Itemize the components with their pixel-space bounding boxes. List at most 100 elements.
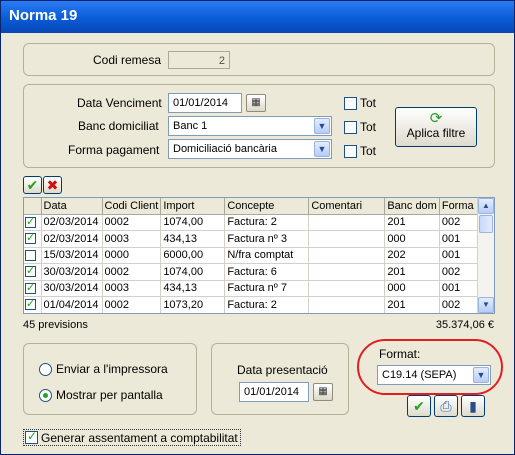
bank-select[interactable]: Banc 1 ▼ — [168, 116, 332, 136]
table-cell[interactable]: 01/04/2014 — [41, 296, 103, 313]
printer-icon: ⎙ — [440, 398, 452, 414]
table-cell[interactable]: 02/03/2014 — [41, 214, 103, 231]
table-cell[interactable]: 02/03/2014 — [41, 230, 103, 248]
screen-radio[interactable] — [39, 389, 52, 402]
table-cell[interactable]: 30/03/2014 — [41, 263, 103, 281]
calendar-icon[interactable]: ▦ — [313, 383, 333, 401]
grid-header-cell[interactable]: Data — [41, 198, 103, 215]
table-cell[interactable] — [308, 280, 386, 297]
chevron-down-icon[interactable]: ▼ — [314, 118, 330, 134]
due-date-all-checkbox[interactable] — [344, 97, 357, 110]
row-checkbox[interactable] — [25, 264, 36, 278]
table-cell[interactable]: Factura: 2 — [224, 214, 310, 231]
row-checkbox[interactable] — [25, 231, 36, 245]
row-checkbox[interactable] — [25, 281, 36, 294]
accept-button[interactable]: ✔ — [407, 395, 431, 417]
apply-filter-button[interactable]: ⟳ Aplica filtre — [395, 107, 477, 147]
scroll-up-icon[interactable]: ▲ — [478, 198, 494, 214]
row-checkbox-cell[interactable] — [24, 296, 42, 313]
grid-header-row: Data Codi Client Import Concepte Comenta… — [24, 198, 492, 215]
print-button[interactable]: ⎙ — [434, 395, 458, 417]
screen-label: Mostrar per pantalla — [56, 388, 163, 402]
chevron-down-icon[interactable]: ▼ — [314, 141, 330, 157]
apply-filter-label: Aplica filtre — [406, 126, 466, 140]
table-cell[interactable]: 1074,00 — [160, 263, 226, 281]
due-date-input[interactable]: 01/01/2014 — [168, 93, 242, 113]
accounting-checkbox[interactable] — [25, 429, 38, 444]
printer-radio[interactable] — [39, 363, 52, 376]
table-row[interactable]: 15/03/2014 0000 6000,00 N/fra comptat 202 001 — [24, 247, 492, 264]
presentation-panel — [211, 343, 349, 415]
table-cell[interactable]: 000 — [384, 280, 440, 297]
table-row[interactable]: 30/03/20140003434,13Factura nº 7000001 — [24, 280, 492, 297]
table-cell[interactable]: 1074,00 — [160, 214, 226, 231]
table-cell[interactable]: Factura: 6 — [224, 263, 310, 281]
select-all-button[interactable]: ✔ — [23, 176, 42, 194]
table-cell[interactable]: N/fra comptat — [224, 247, 310, 264]
table-cell[interactable] — [308, 263, 386, 281]
table-cell[interactable] — [308, 296, 386, 313]
scroll-thumb[interactable] — [479, 215, 493, 233]
table-cell[interactable]: 0003 — [102, 230, 162, 248]
table-row[interactable]: 02/03/20140003434,13Factura nº 3000001 — [24, 230, 492, 248]
exit-button[interactable]: ▮ — [461, 395, 485, 417]
table-cell[interactable]: 0003 — [102, 280, 162, 297]
presentation-label: Data presentació — [237, 363, 328, 377]
bank-label: Banc domiciliat — [78, 119, 159, 133]
bank-select-value: Banc 1 — [173, 120, 208, 132]
table-cell[interactable]: 1073,20 — [160, 296, 226, 313]
payment-select-value: Domiciliació bancària — [173, 143, 277, 155]
table-cell[interactable]: Factura: 2 — [224, 296, 310, 313]
table-cell[interactable]: 000 — [384, 230, 440, 248]
table-row[interactable]: 30/03/201400021074,00Factura: 6201002 — [24, 263, 492, 281]
grid-header-cell[interactable]: Concepte — [224, 198, 310, 215]
table-cell[interactable]: 0002 — [102, 263, 162, 281]
select-none-button[interactable]: ✖ — [43, 176, 62, 194]
row-checkbox-cell[interactable] — [24, 280, 42, 297]
presentation-date-input[interactable]: 01/01/2014 — [239, 382, 309, 402]
row-checkbox-cell[interactable] — [24, 263, 42, 281]
table-cell[interactable]: 202 — [384, 247, 440, 264]
table-cell[interactable]: 434,13 — [160, 230, 226, 248]
row-checkbox-cell[interactable] — [24, 247, 42, 264]
bank-all-checkbox[interactable] — [344, 121, 357, 134]
payment-all-checkbox[interactable] — [344, 145, 357, 158]
previsions-grid[interactable]: Data Codi Client Import Concepte Comenta… — [23, 197, 495, 314]
grid-header-cell[interactable]: Codi Client — [102, 198, 162, 215]
grid-scrollbar[interactable]: ▲ ▼ — [477, 198, 494, 313]
row-checkbox[interactable] — [25, 249, 36, 261]
table-cell[interactable]: 201 — [384, 296, 440, 313]
previsions-table: Data Codi Client Import Concepte Comenta… — [24, 198, 492, 313]
grid-header-cell[interactable]: Comentari — [308, 198, 386, 215]
table-cell[interactable]: 0002 — [102, 214, 162, 231]
table-cell[interactable] — [308, 247, 386, 264]
table-cell[interactable]: 0002 — [102, 296, 162, 313]
table-cell[interactable]: 15/03/2014 — [41, 247, 103, 264]
table-cell[interactable] — [308, 230, 386, 248]
table-cell[interactable]: Factura nº 3 — [224, 230, 310, 248]
accounting-option[interactable]: Generar assentament a comptabilitat — [23, 429, 241, 446]
row-checkbox[interactable] — [25, 215, 36, 228]
payment-select[interactable]: Domiciliació bancària ▼ — [168, 139, 332, 159]
row-checkbox[interactable] — [25, 297, 36, 311]
table-cell[interactable]: 30/03/2014 — [41, 280, 103, 297]
table-cell[interactable]: 434,13 — [160, 280, 226, 297]
table-cell[interactable]: 201 — [384, 263, 440, 281]
due-date-label: Data Venciment — [77, 96, 162, 110]
scroll-down-icon[interactable]: ▼ — [478, 297, 494, 313]
table-row[interactable]: 02/03/201400021074,00Factura: 2201002 — [24, 214, 492, 231]
previsions-count: 45 previsions — [23, 319, 88, 331]
grid-header-cell[interactable]: Banc dom — [384, 198, 440, 215]
table-cell[interactable]: 6000,00 — [160, 247, 226, 264]
table-cell[interactable]: Factura nº 7 — [224, 280, 310, 297]
check-icon: ✔ — [413, 398, 425, 414]
row-checkbox-cell[interactable] — [24, 230, 42, 248]
table-cell[interactable]: 201 — [384, 214, 440, 231]
table-row[interactable]: 01/04/201400021073,20Factura: 2201002 — [24, 296, 492, 313]
table-cell[interactable] — [308, 214, 386, 231]
grid-header-cell[interactable]: Import — [160, 198, 226, 215]
remesa-label: Codi remesa — [93, 53, 162, 67]
row-checkbox-cell[interactable] — [24, 214, 42, 231]
calendar-icon[interactable]: ▦ — [246, 94, 266, 112]
table-cell[interactable]: 0000 — [102, 247, 162, 264]
